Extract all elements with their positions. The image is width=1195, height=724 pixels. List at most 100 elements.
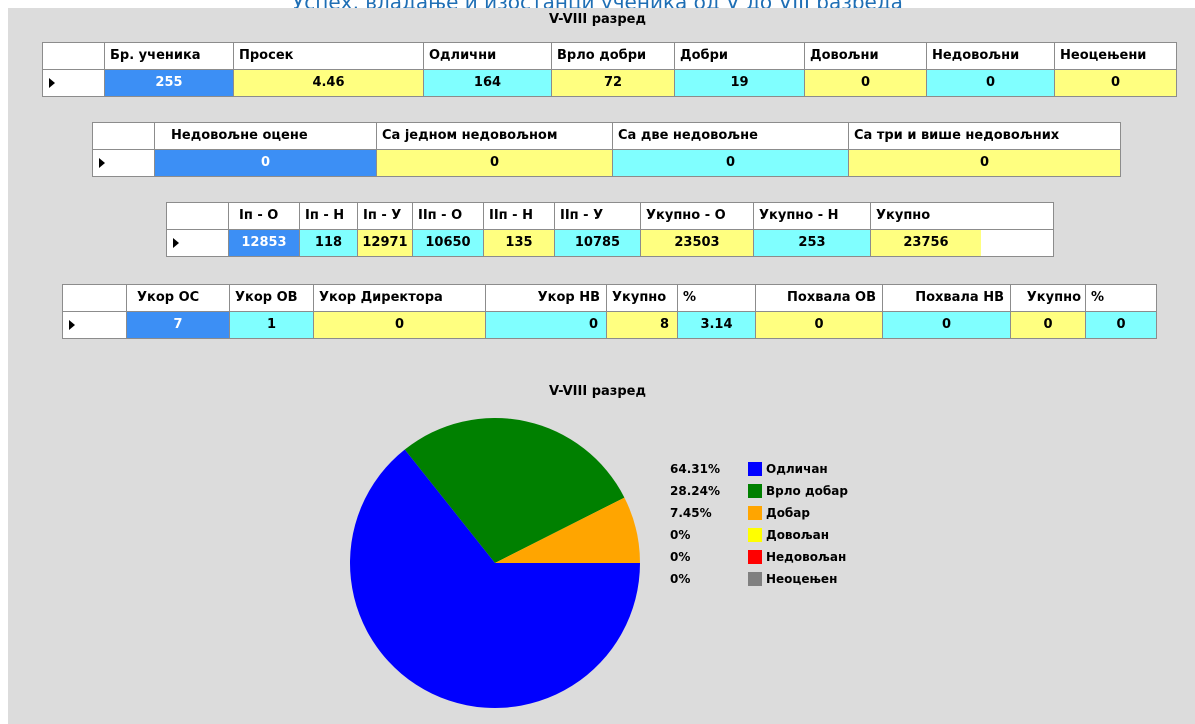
col-header[interactable]: Укор НВ [486, 285, 607, 311]
col-header[interactable]: Са три и више недовољних [849, 123, 1120, 149]
legend-swatch [748, 572, 762, 586]
table-row[interactable]: 12853 118 12971 10650 135 10785 23503 25… [167, 229, 1053, 256]
col-header[interactable]: Врло добри [552, 43, 675, 69]
legend-percent: 0% [670, 528, 691, 542]
table-cell[interactable]: 0 [314, 312, 486, 338]
table-cell[interactable]: 10650 [413, 230, 484, 256]
col-header[interactable]: Укупно - О [641, 203, 754, 229]
col-header[interactable]: Неоцењени [1055, 43, 1176, 69]
col-header[interactable]: Iп - У [358, 203, 413, 229]
row-selector[interactable] [93, 150, 155, 176]
col-header[interactable]: Укупно - Н [754, 203, 871, 229]
col-header[interactable]: Укупно [1011, 285, 1086, 311]
legend-item: 64.31% Одличан [670, 458, 848, 480]
legend-item: 0% Недовољан [670, 546, 848, 568]
table-cell[interactable]: 0 [805, 70, 927, 96]
legend-percent: 28.24% [670, 484, 720, 498]
col-header[interactable]: Добри [675, 43, 805, 69]
table-cell[interactable]: 0 [849, 150, 1120, 176]
table-cell[interactable]: 7 [127, 312, 230, 338]
col-header[interactable]: Укор ОВ [230, 285, 314, 311]
discipline-table-header: Укор ОС Укор ОВ Укор Директора Укор НВ У… [63, 285, 1156, 311]
grade-table-corner [43, 43, 105, 69]
row-selector[interactable] [63, 312, 127, 338]
table-cell[interactable]: 0 [613, 150, 849, 176]
col-header[interactable]: Бр. ученика [105, 43, 234, 69]
legend-swatch [748, 506, 762, 520]
table-cell[interactable]: 0 [756, 312, 883, 338]
discipline-table[interactable]: Укор ОС Укор ОВ Укор Директора Укор НВ У… [62, 284, 1157, 339]
col-header[interactable]: IIп - У [555, 203, 641, 229]
section-title: V-VIII разред [549, 12, 646, 27]
col-header[interactable]: % [1086, 285, 1156, 311]
table-cell[interactable]: 0 [1055, 70, 1176, 96]
row-pointer-icon [49, 77, 55, 88]
col-header[interactable]: Одлични [424, 43, 552, 69]
table-cell[interactable]: 23756 [871, 230, 981, 256]
grade-table[interactable]: Бр. ученика Просек Одлични Врло добри До… [42, 42, 1177, 97]
table-cell[interactable]: 8 [607, 312, 678, 338]
discipline-table-corner [63, 285, 127, 311]
table-cell[interactable]: 23503 [641, 230, 754, 256]
col-header[interactable]: Iп - О [229, 203, 300, 229]
table-cell[interactable]: 10785 [555, 230, 641, 256]
table-cell[interactable]: 12853 [229, 230, 300, 256]
table-cell[interactable]: 1 [230, 312, 314, 338]
row-selector[interactable] [167, 230, 229, 256]
table-cell[interactable]: 12971 [358, 230, 413, 256]
grade-table-header: Бр. ученика Просек Одлични Врло добри До… [43, 43, 1176, 69]
table-cell[interactable]: 0 [486, 312, 607, 338]
row-selector[interactable] [43, 70, 105, 96]
col-header[interactable]: Укупно [871, 203, 981, 229]
col-header[interactable]: Са једном недовољном [377, 123, 613, 149]
table-cell[interactable]: 0 [1011, 312, 1086, 338]
table-cell[interactable]: 0 [377, 150, 613, 176]
col-header[interactable]: IIп - Н [484, 203, 555, 229]
legend-item: 0% Неоцењен [670, 568, 848, 590]
legend-swatch [748, 484, 762, 498]
col-header[interactable]: Просек [234, 43, 424, 69]
grade-pie-chart [350, 418, 640, 708]
table-cell[interactable]: 0 [1086, 312, 1156, 338]
col-header[interactable]: Са две недовољне [613, 123, 849, 149]
legend-label: Неоцењен [766, 572, 838, 586]
absence-table[interactable]: Iп - О Iп - Н Iп - У IIп - О IIп - Н IIп… [166, 202, 1054, 257]
legend-percent: 0% [670, 572, 691, 586]
absence-table-header: Iп - О Iп - Н Iп - У IIп - О IIп - Н IIп… [167, 203, 1053, 229]
row-pointer-icon [69, 319, 75, 330]
col-header[interactable]: Укор ОС [127, 285, 230, 311]
table-cell[interactable]: 118 [300, 230, 358, 256]
table-row[interactable]: 255 4.46 164 72 19 0 0 0 [43, 69, 1176, 96]
table-cell[interactable]: 4.46 [234, 70, 424, 96]
legend-item: 28.24% Врло добар [670, 480, 848, 502]
table-cell[interactable]: 135 [484, 230, 555, 256]
fail-table[interactable]: Недовољне оцене Са једном недовољном Са … [92, 122, 1121, 177]
table-cell[interactable]: 164 [424, 70, 552, 96]
col-header[interactable]: Похвала НВ [883, 285, 1011, 311]
row-pointer-icon [99, 157, 105, 168]
table-cell[interactable]: 0 [927, 70, 1055, 96]
table-cell[interactable]: 255 [105, 70, 234, 96]
table-cell[interactable]: 253 [754, 230, 871, 256]
table-cell[interactable]: 0 [155, 150, 377, 176]
col-header[interactable]: IIп - О [413, 203, 484, 229]
table-row[interactable]: 7 1 0 0 8 3.14 0 0 0 0 [63, 311, 1156, 338]
table-cell[interactable]: 0 [883, 312, 1011, 338]
col-header[interactable]: Iп - Н [300, 203, 358, 229]
col-header[interactable]: Похвала ОВ [756, 285, 883, 311]
table-cell[interactable]: 19 [675, 70, 805, 96]
table-cell[interactable]: 3.14 [678, 312, 756, 338]
legend-percent: 64.31% [670, 462, 720, 476]
legend-label: Недовољан [766, 550, 847, 564]
col-header[interactable]: Недовољне оцене [155, 123, 377, 149]
table-cell[interactable]: 72 [552, 70, 675, 96]
col-header[interactable]: Укор Директора [314, 285, 486, 311]
col-header[interactable]: % [678, 285, 756, 311]
absence-table-corner [167, 203, 229, 229]
table-row[interactable]: 0 0 0 0 [93, 149, 1120, 176]
col-header[interactable]: Недовољни [927, 43, 1055, 69]
legend-label: Довољан [766, 528, 830, 542]
col-header[interactable]: Довољни [805, 43, 927, 69]
col-header[interactable]: Укупно [607, 285, 678, 311]
fail-table-corner [93, 123, 155, 149]
